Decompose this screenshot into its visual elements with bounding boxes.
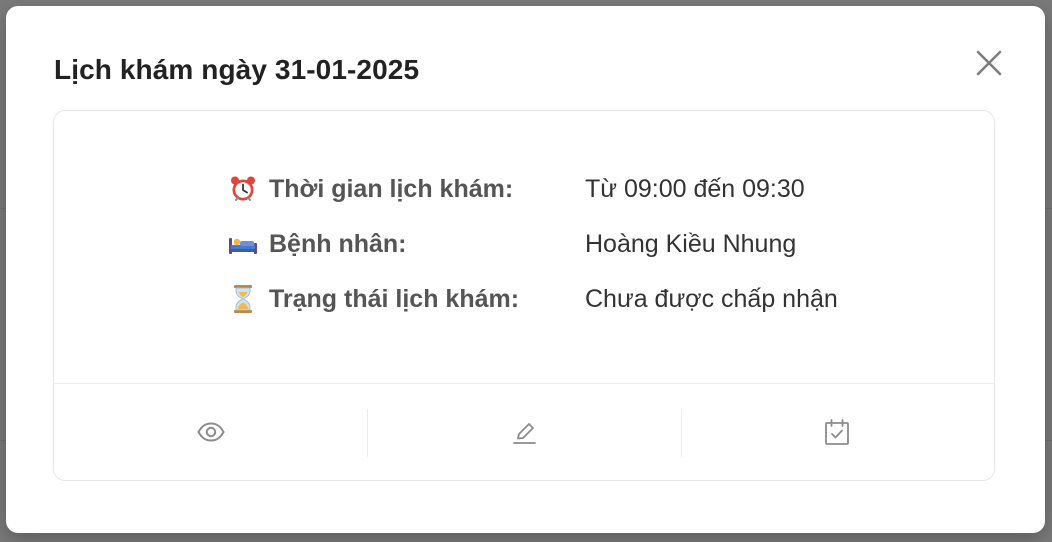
confirm-schedule-button[interactable]	[680, 384, 994, 480]
eye-icon	[197, 422, 225, 442]
view-button[interactable]	[54, 384, 367, 480]
bed-icon	[228, 229, 258, 259]
edit-button[interactable]	[367, 384, 680, 480]
info-row-time: Thời gian lịch khám: Từ 09:00 đến 09:30	[228, 171, 805, 207]
appointment-card: Thời gian lịch khám: Từ 09:00 đến 09:30 …	[53, 110, 995, 481]
appointment-modal: Lịch khám ngày 31-01-2025 Thời gian lịch…	[6, 6, 1045, 533]
status-label: Trạng thái lịch khám:	[269, 284, 520, 313]
card-actions	[54, 384, 994, 480]
calendar-check-icon	[825, 419, 850, 445]
info-row-patient: Bệnh nhân: Hoàng Kiều Nhung	[228, 226, 796, 262]
patient-value: Hoàng Kiều Nhung	[585, 229, 797, 258]
hourglass-icon	[228, 284, 258, 314]
modal-title: Lịch khám ngày 31-01-2025	[54, 54, 420, 85]
patient-label: Bệnh nhân:	[269, 229, 407, 258]
alarm-clock-icon	[228, 174, 258, 204]
info-row-status: Trạng thái lịch khám: Chưa được chấp nhậ…	[228, 281, 838, 317]
time-value: Từ 09:00 đến 09:30	[585, 174, 805, 203]
close-button[interactable]	[970, 44, 1008, 82]
close-icon	[976, 50, 1002, 76]
time-label: Thời gian lịch khám:	[269, 174, 514, 203]
status-value: Chưa được chấp nhận	[585, 284, 838, 313]
edit-icon	[513, 423, 536, 444]
